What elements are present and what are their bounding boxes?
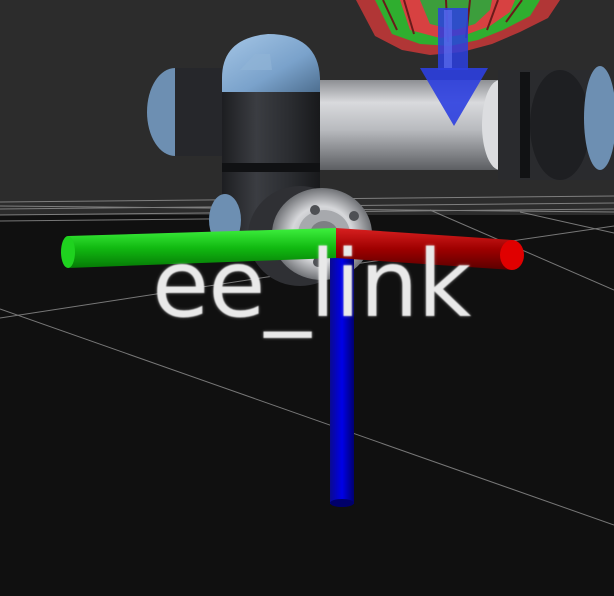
x-axis-tip — [500, 240, 524, 270]
z-axis-tip — [330, 499, 354, 507]
scene-canvas[interactable] — [0, 0, 614, 596]
z-axis — [330, 240, 354, 504]
rviz-3d-viewport[interactable]: ee_link — [0, 0, 614, 596]
y-axis-tip — [61, 236, 75, 268]
